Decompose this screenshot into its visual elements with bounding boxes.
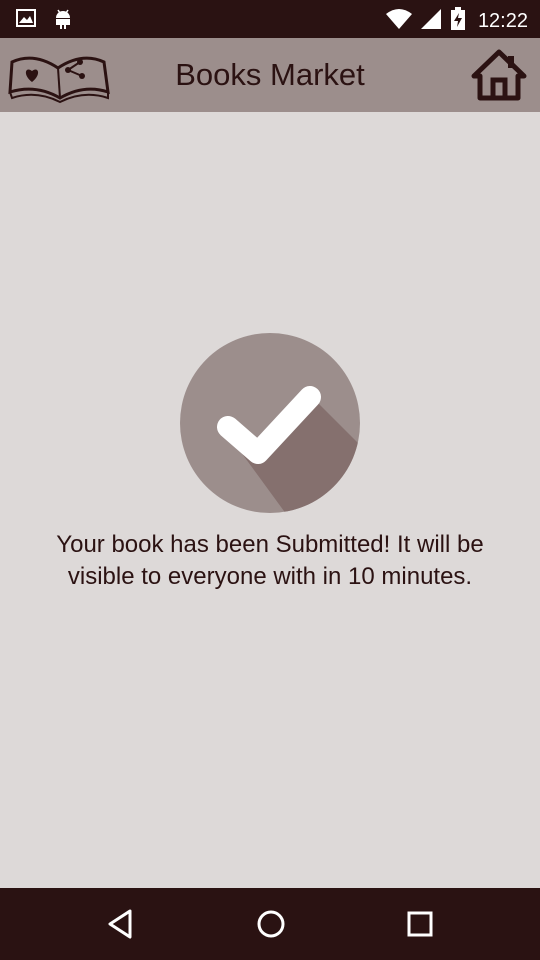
app-bar: Books Market (0, 38, 540, 112)
main-content: Your book has been Submitted! It will be… (0, 112, 540, 888)
recents-icon[interactable] (406, 908, 434, 945)
wifi-icon (385, 8, 412, 35)
check-circle-icon (180, 333, 360, 513)
nav-bar (0, 888, 540, 960)
image-icon (16, 8, 36, 35)
clock-time: 12:22 (477, 10, 528, 32)
home-icon[interactable] (470, 48, 528, 107)
battery-charging-icon (450, 7, 466, 36)
status-bar: 12:22 (0, 0, 540, 38)
app-title: Books Market (175, 57, 365, 92)
submission-message: Your book has been Submitted! It will be… (56, 531, 484, 590)
back-icon[interactable] (106, 908, 134, 945)
android-icon (54, 8, 72, 35)
signal-icon (420, 8, 442, 35)
home-circle-icon[interactable] (256, 908, 286, 945)
